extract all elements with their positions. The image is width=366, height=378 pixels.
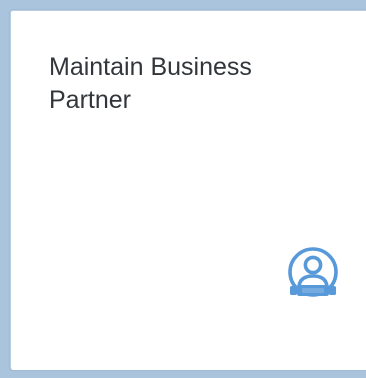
tile-title: Maintain Business Partner	[49, 51, 349, 117]
tile-title-line-2: Partner	[49, 86, 131, 114]
tile-title-line-1: Maintain Business	[49, 53, 252, 81]
maintain-business-partner-tile[interactable]: Maintain Business Partner	[10, 10, 366, 370]
business-partner-icon	[284, 246, 342, 304]
